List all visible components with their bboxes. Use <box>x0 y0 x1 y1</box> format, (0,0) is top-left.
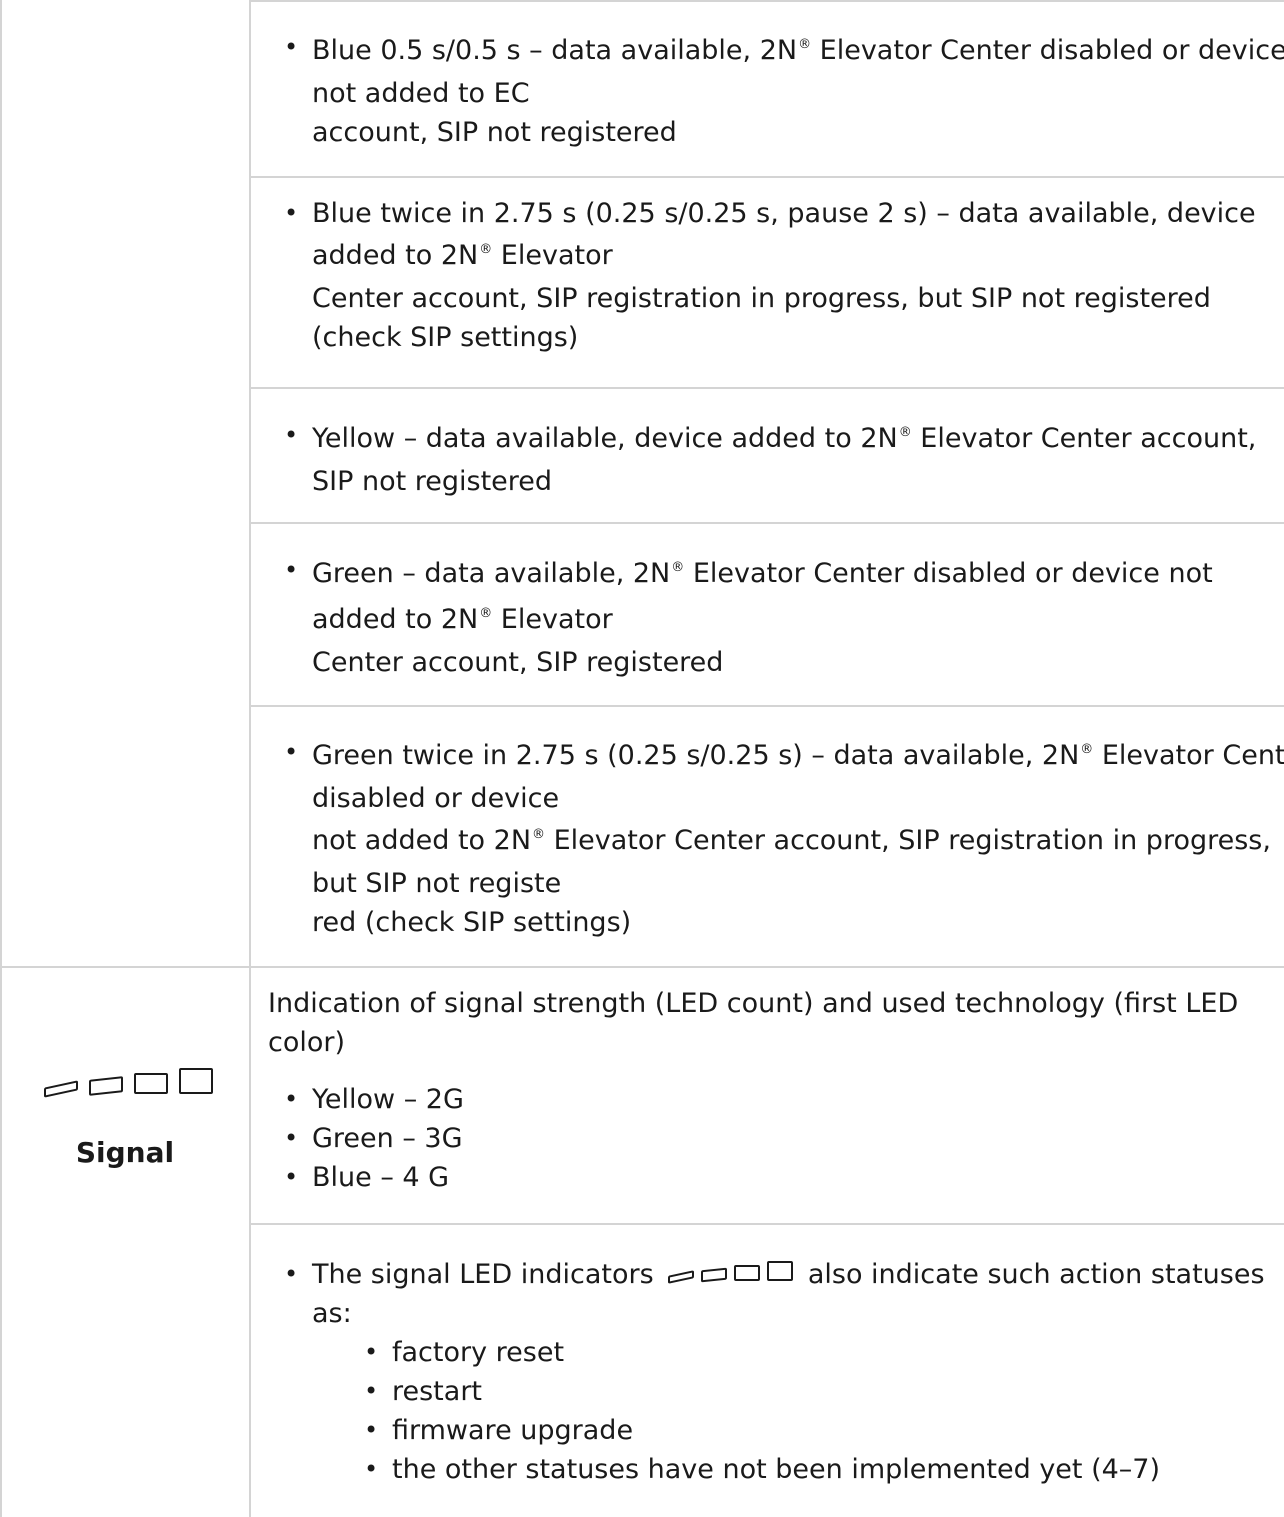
status-text-line: added to 2N® Elevator <box>312 240 613 271</box>
status-text-line: Yellow – data available, device added to… <box>312 423 1257 454</box>
status-bullet: Blue 0.5 s/0.5 s – data available, 2N® E… <box>268 28 1284 152</box>
list-item: The signal LED indicators also indicate … <box>268 1255 1274 1333</box>
status-text-line: SIP not registered <box>312 466 553 497</box>
status-text-line: Blue 0.5 s/0.5 s – data available, 2N® E… <box>312 35 1284 66</box>
status-bullet: Green – data available, 2N® Elevator Cen… <box>268 551 1274 682</box>
signal-actions-intro: The signal LED indicators also indicate … <box>268 1255 1274 1333</box>
row-divider <box>250 705 1284 707</box>
list-item: Green – 3G <box>268 1119 1274 1158</box>
status-text-line: but SIP not registe <box>312 868 562 899</box>
status-text-line: not added to 2N® Elevator Center account… <box>312 825 1271 856</box>
status-text-line: account, SIP not registered <box>312 117 677 148</box>
status-text-line: disabled or device <box>312 783 560 814</box>
list-item: Yellow – 2G <box>268 1080 1274 1119</box>
status-text-line: not added to EC <box>312 78 530 109</box>
row-divider <box>0 966 1284 968</box>
list-item: firmware upgrade <box>268 1411 1274 1450</box>
status-cell-blue-twice: Blue twice in 2.75 s (0.25 s/0.25 s, pau… <box>268 194 1274 357</box>
signal-actions-cell: The signal LED indicators also indicate … <box>268 1255 1274 1489</box>
list-item: factory reset <box>268 1333 1274 1372</box>
status-cell-blue-half: Blue 0.5 s/0.5 s – data available, 2N® E… <box>268 28 1284 152</box>
signal-actions-list: factory reset restart firmware upgrade t… <box>268 1333 1274 1489</box>
row-divider <box>250 522 1284 524</box>
list-item: restart <box>268 1372 1274 1411</box>
signal-description-cell: Indication of signal strength (LED count… <box>268 984 1274 1197</box>
status-bullet: Green twice in 2.75 s (0.25 s/0.25 s) – … <box>268 733 1284 942</box>
row-divider <box>250 387 1284 389</box>
list-item: the other statuses have not been impleme… <box>268 1450 1274 1489</box>
technology-list: Yellow – 2G Green – 3G Blue – 4 G <box>268 1080 1274 1197</box>
status-text-line: (check SIP settings) <box>312 322 579 353</box>
status-text-line: Center account, SIP registered <box>312 647 724 678</box>
status-text-line: added to 2N® Elevator <box>312 604 613 635</box>
row-divider <box>250 1223 1284 1225</box>
status-text-line: red (check SIP settings) <box>312 907 632 938</box>
signal-bars-icon <box>44 1068 213 1098</box>
status-cell-green: Green – data available, 2N® Elevator Cen… <box>268 551 1274 682</box>
status-bullet: Yellow – data available, device added to… <box>268 416 1274 501</box>
status-text-line: Green – data available, 2N® Elevator Cen… <box>312 558 1213 589</box>
status-text-line: Green twice in 2.75 s (0.25 s/0.25 s) – … <box>312 740 1284 771</box>
status-cell-yellow: Yellow – data available, device added to… <box>268 416 1274 501</box>
status-text-line: Center account, SIP registration in prog… <box>312 283 1211 314</box>
table-left-border <box>0 0 2 1517</box>
status-text-line: Blue twice in 2.75 s (0.25 s/0.25 s, pau… <box>312 198 1256 229</box>
list-item: Blue – 4 G <box>268 1158 1274 1197</box>
signal-label: Signal <box>75 1136 175 1169</box>
row-divider <box>250 176 1284 178</box>
signal-description: Indication of signal strength (LED count… <box>268 988 1239 1058</box>
status-cell-green-twice: Green twice in 2.75 s (0.25 s/0.25 s) – … <box>268 733 1284 942</box>
status-bullet: Blue twice in 2.75 s (0.25 s/0.25 s, pau… <box>268 194 1274 357</box>
signal-bars-icon <box>668 1261 794 1284</box>
table-column-divider <box>249 0 251 1517</box>
row-divider <box>250 0 1284 2</box>
